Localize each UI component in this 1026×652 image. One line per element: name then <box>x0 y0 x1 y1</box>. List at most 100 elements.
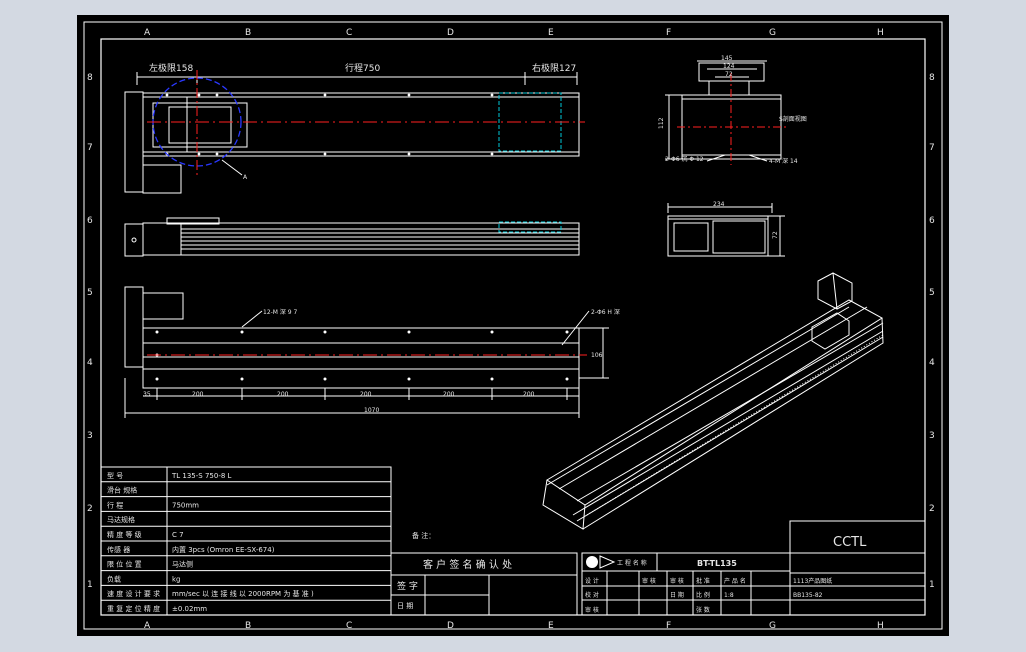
title-block-cell: 张 数 <box>696 606 710 614</box>
left-limit-label: 左极限158 <box>149 62 193 74</box>
bottom-view <box>124 286 609 418</box>
end-inner1-dim: 124 <box>723 63 735 70</box>
spec-row-value: C 7 <box>172 531 184 539</box>
zone-row-label: 8 <box>929 73 935 83</box>
cad-drawing: A A B B C C D D E E F F G G H H 8 8 7 7 6 6 5 5 4 4 3 3 2 2 1 1 左极限158… <box>83 21 943 631</box>
spec-row-label: 型 号 <box>107 471 123 480</box>
spec-row-label: 速 度 设 计 要 求 <box>107 589 160 598</box>
stroke-label: 行程750 <box>345 62 380 74</box>
detail-callout: A <box>243 174 248 181</box>
zone-col-label: H <box>877 621 884 631</box>
spec-row-label: 行 程 <box>107 500 123 509</box>
zone-col-label: C <box>346 621 352 631</box>
zone-row-label: 2 <box>87 504 93 514</box>
right-limit-label: 右极限127 <box>532 62 576 74</box>
zone-row-label: 7 <box>87 143 93 153</box>
spec-row-label: 马达规格 <box>107 515 135 524</box>
bottom-view-holes <box>155 330 569 381</box>
end-hole-left-label: 2-Φ6 沉 Φ 12 <box>665 155 704 163</box>
section-width-dim: 234 <box>713 201 725 208</box>
inner-frame <box>100 38 926 616</box>
spec-table-rows: 型 号 TL 135-S 750-8 L 滑台 规格行 程 750mm 马达规格精 度 … <box>101 471 391 613</box>
spec-row-value: TL 135-S 750-8 L <box>171 472 232 480</box>
confirm-date-label: 日 期 <box>397 602 413 610</box>
zone-row-label: 1 <box>929 580 935 590</box>
bottom-pitch-dim: 200 <box>360 391 372 398</box>
title-block-cell: 校 对 <box>585 591 599 599</box>
zone-col-label: A <box>144 28 151 38</box>
spec-row-value: kg <box>172 575 181 583</box>
note-label: 备 注： <box>412 531 435 540</box>
iso-rail-dots <box>586 334 884 516</box>
bottom-pitch-dim: 200 <box>443 391 455 398</box>
front-view <box>124 72 580 194</box>
bottom-pitch-dim: 200 <box>523 391 535 398</box>
end-width-dim: 145 <box>721 55 733 62</box>
detail-leader <box>221 159 243 176</box>
end-hole-right-label: 4-M 深 14 <box>769 157 798 165</box>
spec-row-label: 限 位 位 置 <box>107 560 142 569</box>
title-block-cell: 比 例 <box>696 591 710 599</box>
side-elevation-view <box>124 217 580 257</box>
confirm-sign-label: 签 字 <box>397 580 418 592</box>
zone-col-label: G <box>769 28 776 38</box>
title-block-cell: 设 计 <box>585 577 599 585</box>
spec-row-label: 传感 器 <box>107 545 130 554</box>
spec-row-label: 负载 <box>107 574 121 583</box>
title-block-cell: 审 核 <box>585 606 599 614</box>
title-block-cell: 1:8 <box>724 592 734 599</box>
spec-row-label: 重 复 定 位 精 度 <box>107 604 160 613</box>
bottom-holes-top-label: 12-M 深 9 7 <box>263 308 298 316</box>
zone-col-label: A <box>144 621 151 631</box>
zone-row-label: 4 <box>929 358 935 368</box>
spec-row-value: 750mm <box>172 501 199 509</box>
outer-frame <box>83 21 943 630</box>
spec-row-value: 内置 3pcs (Omron EE-SX-674) <box>172 545 275 554</box>
title-block-rows: 设 计审 核审 核批 准产 品 名 1113产品图纸校 对日 期比 例 1:8 BB1… <box>585 577 832 614</box>
zone-col-label: D <box>447 28 454 38</box>
zone-row-label: 2 <box>929 504 935 514</box>
drawing-sheet: A A B B C C D D E E F F G G H H 8 8 7 7 6 6 5 5 4 4 3 3 2 2 1 1 左极限158… <box>77 15 949 636</box>
section-height-dim: 72 <box>772 231 779 239</box>
spec-row-value: ±0.02mm <box>172 605 207 613</box>
title-block-cell: 审 核 <box>670 577 684 585</box>
zone-row-label: 6 <box>87 216 93 226</box>
title-block-cell: BB135-82 <box>793 592 823 599</box>
title-block <box>581 520 926 616</box>
title-block-cell: 日 期 <box>670 591 684 599</box>
end-inner2-dim: 72 <box>725 71 733 78</box>
title-block-cell: 1113产品图纸 <box>793 577 832 585</box>
bottom-pitch-dim: 200 <box>277 391 289 398</box>
bottom-pitch-dim: 200 <box>192 391 204 398</box>
end-view <box>665 60 782 162</box>
confirm-title: 客 户 签 名 确 认 处 <box>423 558 512 571</box>
drawing-name: BT-TL135 <box>697 559 737 568</box>
zone-col-label: B <box>245 28 251 38</box>
zone-col-label: E <box>548 621 554 631</box>
zone-row-label: 3 <box>87 431 93 441</box>
zone-row-label: 5 <box>87 288 93 298</box>
zone-col-label: B <box>245 621 251 631</box>
title-block-cell: 产 品 名 <box>724 577 746 585</box>
bottom-overall-dim: 1070 <box>364 407 379 414</box>
spec-row-value: 马达侧 <box>172 560 193 569</box>
title-block-cell: 审 核 <box>642 577 656 585</box>
bottom-holes-right-label: 2-Φ6 H 深 <box>591 308 620 316</box>
zone-row-label: 7 <box>929 143 935 153</box>
bottom-height-dim: 106 <box>591 352 603 359</box>
zone-col-label: E <box>548 28 554 38</box>
end-section-note: S剖面视图 <box>779 115 807 123</box>
zone-col-label: H <box>877 28 884 38</box>
company-name: CCTL <box>833 535 867 550</box>
bottom-pitch1-dim: 35 <box>143 391 151 398</box>
spec-row-label: 精 度 等 级 <box>107 530 142 539</box>
zone-row-label: 1 <box>87 580 93 590</box>
end-height-dim: 112 <box>658 117 665 129</box>
zone-col-label: F <box>666 28 671 38</box>
logo-project-label: 工 程 名 称 <box>617 559 647 567</box>
spec-row-label: 滑台 规格 <box>107 486 137 495</box>
zone-col-label: F <box>666 621 671 631</box>
zone-row-label: 6 <box>929 216 935 226</box>
zone-row-label: 4 <box>87 358 93 368</box>
title-block-cell: 批 准 <box>696 577 710 585</box>
